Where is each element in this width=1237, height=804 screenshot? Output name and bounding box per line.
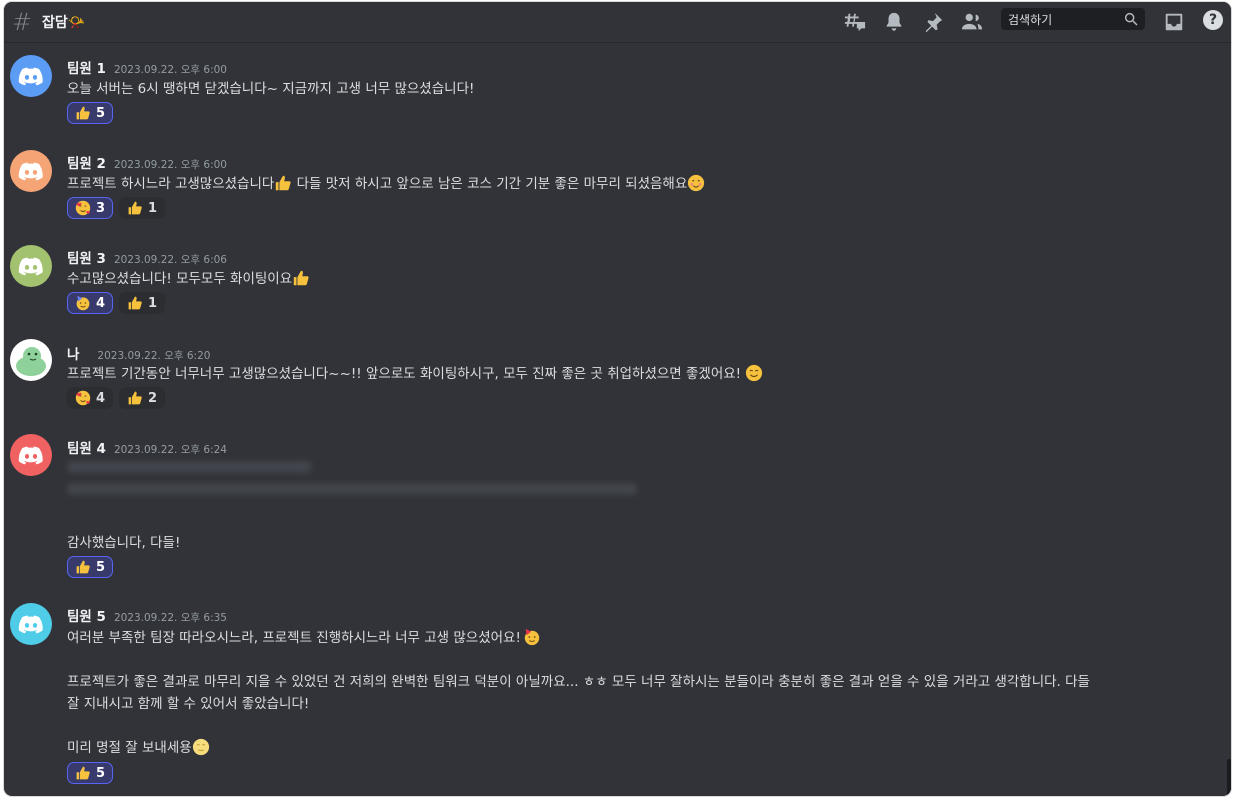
scrollbar[interactable] — [1227, 759, 1231, 796]
reaction-thumbs-up[interactable]: 2 — [119, 387, 166, 409]
partying-face-icon — [75, 295, 91, 311]
hashtag-icon: # — [12, 8, 33, 36]
author-line: 나 2023.09.22. 오후 6:20 — [67, 343, 210, 363]
message-text: 여러분 부족한 팀장 따라오시느라, 프로젝트 진행하시느라 너무 고생 많으셨… — [67, 626, 541, 646]
avatar[interactable] — [10, 55, 52, 97]
partying-face-icon — [523, 628, 541, 646]
author-name[interactable]: 팀원 4 — [67, 441, 106, 457]
pin-icon[interactable] — [922, 11, 944, 33]
reaction-count: 5 — [96, 559, 106, 575]
author-name[interactable]: 나 — [67, 347, 79, 363]
message-text: 잘 지내시고 함께 할 수 있어서 좋았습니다! — [67, 696, 310, 712]
reaction-thumbs-up[interactable]: 1 — [119, 197, 166, 219]
author-line: 팀원 5 2023.09.22. 오후 6:35 — [67, 605, 227, 625]
members-icon[interactable] — [961, 11, 983, 33]
reaction-bar: 5 — [67, 556, 114, 578]
author-name[interactable]: 팀원 2 — [67, 156, 106, 172]
timestamp: 2023.09.22. 오후 6:00 — [113, 64, 227, 76]
reaction-bar: 4 1 — [67, 292, 166, 314]
message-text: 프로젝트가 좋은 결과로 마무리 지을 수 있었던 건 저희의 완벽한 팀워크 … — [67, 674, 1090, 690]
reaction-count: 4 — [96, 295, 106, 311]
smiling-face-with-hearts-icon — [75, 200, 91, 216]
author-line: 팀원 4 2023.09.22. 오후 6:24 — [67, 437, 227, 457]
timestamp: 2023.09.22. 오후 6:00 — [113, 159, 227, 171]
message-text: 오늘 서버는 6시 땡하면 닫겠습니다~ 지금까지 고생 너무 많으셨습니다! — [67, 81, 475, 97]
reaction-count: 2 — [148, 390, 158, 406]
thumbs-up-icon — [75, 559, 91, 575]
reaction-count: 1 — [148, 200, 158, 216]
message-list: 팀원 1 2023.09.22. 오후 6:00 오늘 서버는 6시 땡하면 닫겠… — [4, 43, 1231, 796]
timestamp: 2023.09.22. 오후 6:06 — [113, 254, 227, 266]
message-text-part: 다들 맛저 하시고 앞으로 남은 코스 기간 기분 좋은 마무리 되셨음해요 — [292, 176, 688, 192]
message-text-part: 여러분 부족한 팀장 따라오시느라, 프로젝트 진행하시느라 너무 고생 많으셨… — [67, 630, 521, 646]
reaction-count: 1 — [148, 295, 158, 311]
inbox-icon[interactable] — [1163, 11, 1185, 33]
message-text: 프로젝트 기간동안 너무너무 고생많으셨습니다~~!! 앞으로도 화이팅하시구,… — [67, 362, 763, 382]
thumbs-up-icon — [75, 765, 91, 781]
avatar[interactable] — [10, 245, 52, 287]
reaction-count: 5 — [96, 105, 106, 121]
search-box[interactable] — [1001, 8, 1145, 30]
reaction-party-face[interactable]: 4 — [67, 292, 114, 314]
author-name[interactable]: 팀원 3 — [67, 251, 106, 267]
avatar[interactable] — [10, 603, 52, 645]
full-moon-face-icon — [192, 738, 210, 756]
reaction-thumbs-up[interactable]: 1 — [119, 292, 166, 314]
reaction-thumbs-up[interactable]: 5 — [67, 762, 114, 784]
avatar[interactable] — [10, 339, 52, 381]
thumbs-up-icon — [75, 105, 91, 121]
reaction-bar: 5 — [67, 102, 114, 124]
reaction-bar: 3 1 — [67, 197, 166, 219]
author-name[interactable]: 팀원 1 — [67, 61, 106, 77]
message-text-part: 프로젝트 기간동안 너무너무 고생많으셨습니다~~!! 앞으로도 화이팅하시구,… — [67, 366, 742, 382]
smiling-face-icon — [745, 364, 763, 382]
search-icon[interactable] — [1123, 11, 1139, 27]
app-window: # 잡담📯 ? — [4, 2, 1231, 796]
thumbs-up-icon — [127, 200, 143, 216]
smiling-face-icon — [687, 174, 705, 192]
message-text-part: 프로젝트 하시느라 고생많으셨습니다 — [67, 176, 275, 192]
message-text: 수고많으셨습니다! 모두모두 화이팅이요 — [67, 267, 310, 287]
message-text: 미리 명절 잘 보내세용 — [67, 736, 210, 756]
message-text: 감사했습니다, 다들! — [67, 535, 181, 551]
author-line: 팀원 2 2023.09.22. 오후 6:00 — [67, 152, 227, 172]
message-text: 프로젝트 하시느라 고생많으셨습니다 다들 맛저 하시고 앞으로 남은 코스 기… — [67, 172, 705, 192]
timestamp: 2023.09.22. 오후 6:20 — [97, 350, 211, 362]
bell-icon[interactable] — [883, 11, 905, 33]
redacted-text — [67, 461, 312, 473]
help-icon[interactable]: ? — [1203, 10, 1223, 30]
reaction-thumbs-up[interactable]: 5 — [67, 102, 114, 124]
timestamp: 2023.09.22. 오후 6:35 — [113, 612, 227, 624]
timestamp: 2023.09.22. 오후 6:24 — [113, 444, 227, 456]
reaction-count: 4 — [96, 390, 106, 406]
threads-icon[interactable] — [844, 11, 866, 33]
avatar[interactable] — [10, 434, 52, 476]
message-text-part: 미리 명절 잘 보내세용 — [67, 740, 192, 756]
reaction-bar: 5 — [67, 762, 114, 784]
thumbs-up-icon — [274, 174, 292, 192]
reaction-count: 5 — [96, 765, 106, 781]
author-line: 팀원 3 2023.09.22. 오후 6:06 — [67, 247, 227, 267]
redacted-text — [67, 483, 637, 495]
channel-header: # 잡담📯 ? — [4, 2, 1231, 43]
author-name[interactable]: 팀원 5 — [67, 609, 106, 625]
reaction-thumbs-up[interactable]: 5 — [67, 556, 114, 578]
avatar[interactable] — [10, 150, 52, 192]
smiling-face-with-hearts-icon — [75, 390, 91, 406]
channel-title: 잡담📯 — [42, 15, 86, 31]
search-input[interactable] — [1006, 10, 1120, 30]
author-line: 팀원 1 2023.09.22. 오후 6:00 — [67, 57, 227, 77]
thumbs-up-icon — [127, 390, 143, 406]
reaction-hearts-face[interactable]: 4 — [67, 387, 114, 409]
reaction-hearts-face[interactable]: 3 — [67, 197, 114, 219]
reaction-count: 3 — [96, 200, 106, 216]
reaction-bar: 4 2 — [67, 387, 166, 409]
message-text-part: 수고많으셨습니다! 모두모두 화이팅이요 — [67, 271, 293, 287]
thumbs-up-icon — [127, 295, 143, 311]
thumbs-up-icon — [292, 269, 310, 287]
